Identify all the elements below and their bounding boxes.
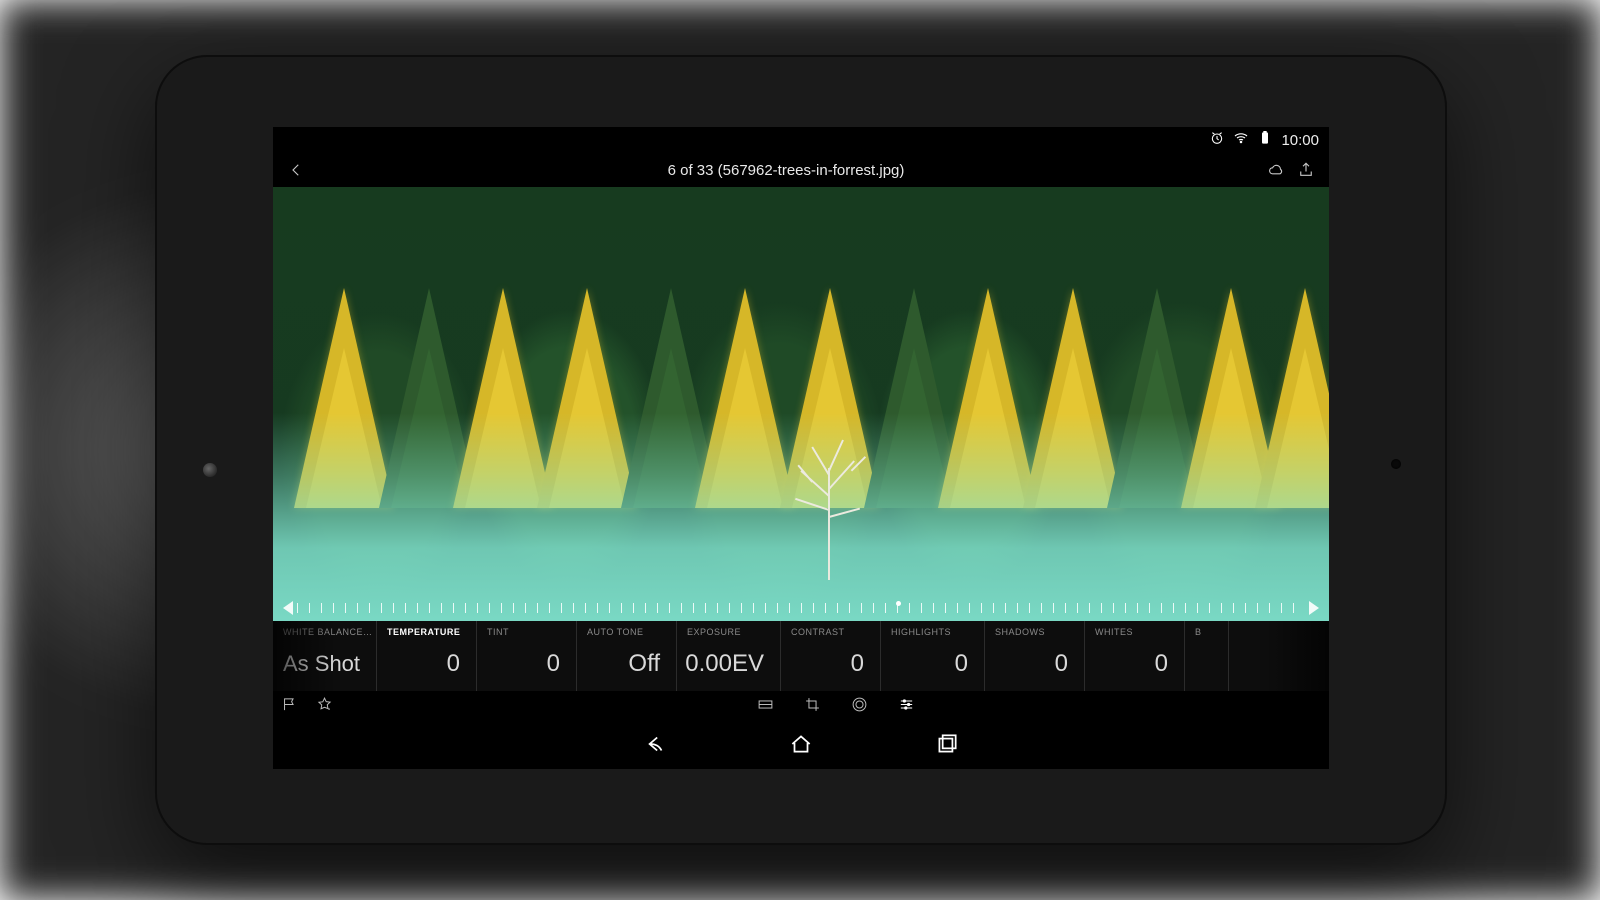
device-screen: 10:00 6 of 33 (567962-trees-in-forrest.j… (273, 127, 1329, 769)
filmstrip-button[interactable] (757, 696, 774, 718)
adjustment-strip[interactable]: WHITE BALANCE…As ShotTEMPERATURE0TINT0AU… (273, 621, 1329, 691)
ruler-ticks[interactable] (297, 595, 1305, 621)
panel-label: SHADOWS (995, 627, 1074, 637)
app-header: 6 of 33 (567962-trees-in-forrest.jpg) (273, 153, 1329, 187)
app-toolbar (273, 691, 1329, 723)
tablet-frame: 10:00 6 of 33 (567962-trees-in-forrest.j… (155, 55, 1447, 845)
panel-value: 0 (387, 637, 466, 691)
ruler-current-marker (896, 601, 901, 606)
panel-shadows[interactable]: SHADOWS0 (985, 621, 1085, 691)
android-nav-bar (273, 723, 1329, 769)
android-status-bar: 10:00 (273, 127, 1329, 153)
bare-tree (759, 406, 899, 586)
cloud-sync-button[interactable] (1261, 161, 1291, 179)
android-back-button[interactable] (642, 731, 668, 762)
ruler-right-arrow-icon[interactable] (1309, 601, 1319, 615)
panel-label: EXPOSURE (687, 627, 770, 637)
panel-value: As Shot (283, 637, 366, 691)
crop-button[interactable] (804, 696, 821, 718)
share-button[interactable] (1291, 161, 1321, 179)
adjust-button[interactable] (898, 696, 915, 718)
panel-label: AUTO TONE (587, 627, 666, 637)
panel-value (1195, 637, 1218, 691)
panel-label: WHITES (1095, 627, 1174, 637)
speaker (1391, 459, 1401, 469)
panel-white_balance[interactable]: WHITE BALANCE…As Shot (273, 621, 377, 691)
panel-label: B (1195, 627, 1218, 637)
photo-counter-title: 6 of 33 (567962-trees-in-forrest.jpg) (311, 162, 1261, 179)
panel-value: Off (587, 637, 666, 691)
panel-value: 0 (1095, 637, 1174, 691)
alarm-icon (1209, 130, 1225, 150)
panel-auto_tone[interactable]: AUTO TONEOff (577, 621, 677, 691)
panel-value: 0 (487, 637, 566, 691)
flag-button[interactable] (281, 696, 298, 718)
panel-label: HIGHLIGHTS (891, 627, 974, 637)
ruler-left-arrow-icon[interactable] (283, 601, 293, 615)
clock-label: 10:00 (1281, 132, 1319, 149)
battery-icon (1257, 130, 1273, 150)
panel-value: 0 (791, 637, 870, 691)
android-recent-button[interactable] (934, 731, 960, 762)
panel-label: TINT (487, 627, 566, 637)
star-rating-button[interactable] (316, 696, 333, 718)
panel-highlights[interactable]: HIGHLIGHTS0 (881, 621, 985, 691)
panel-exposure[interactable]: EXPOSURE0.00EV (677, 621, 781, 691)
panel-label: TEMPERATURE (387, 627, 466, 637)
panel-value: 0 (891, 637, 974, 691)
wifi-icon (1233, 130, 1249, 150)
panel-blacks[interactable]: B (1185, 621, 1229, 691)
panel-label: WHITE BALANCE… (283, 627, 366, 637)
back-button[interactable] (281, 161, 311, 179)
panel-value: 0.00EV (687, 637, 770, 691)
panel-value: 0 (995, 637, 1074, 691)
panel-tint[interactable]: TINT0 (477, 621, 577, 691)
android-home-button[interactable] (788, 731, 814, 762)
presets-button[interactable] (851, 696, 868, 718)
photo-canvas[interactable] (273, 187, 1329, 621)
panel-contrast[interactable]: CONTRAST0 (781, 621, 881, 691)
panel-whites[interactable]: WHITES0 (1085, 621, 1185, 691)
front-camera (203, 463, 217, 477)
panel-label: CONTRAST (791, 627, 870, 637)
value-ruler[interactable] (273, 595, 1329, 621)
panel-temperature[interactable]: TEMPERATURE0 (377, 621, 477, 691)
